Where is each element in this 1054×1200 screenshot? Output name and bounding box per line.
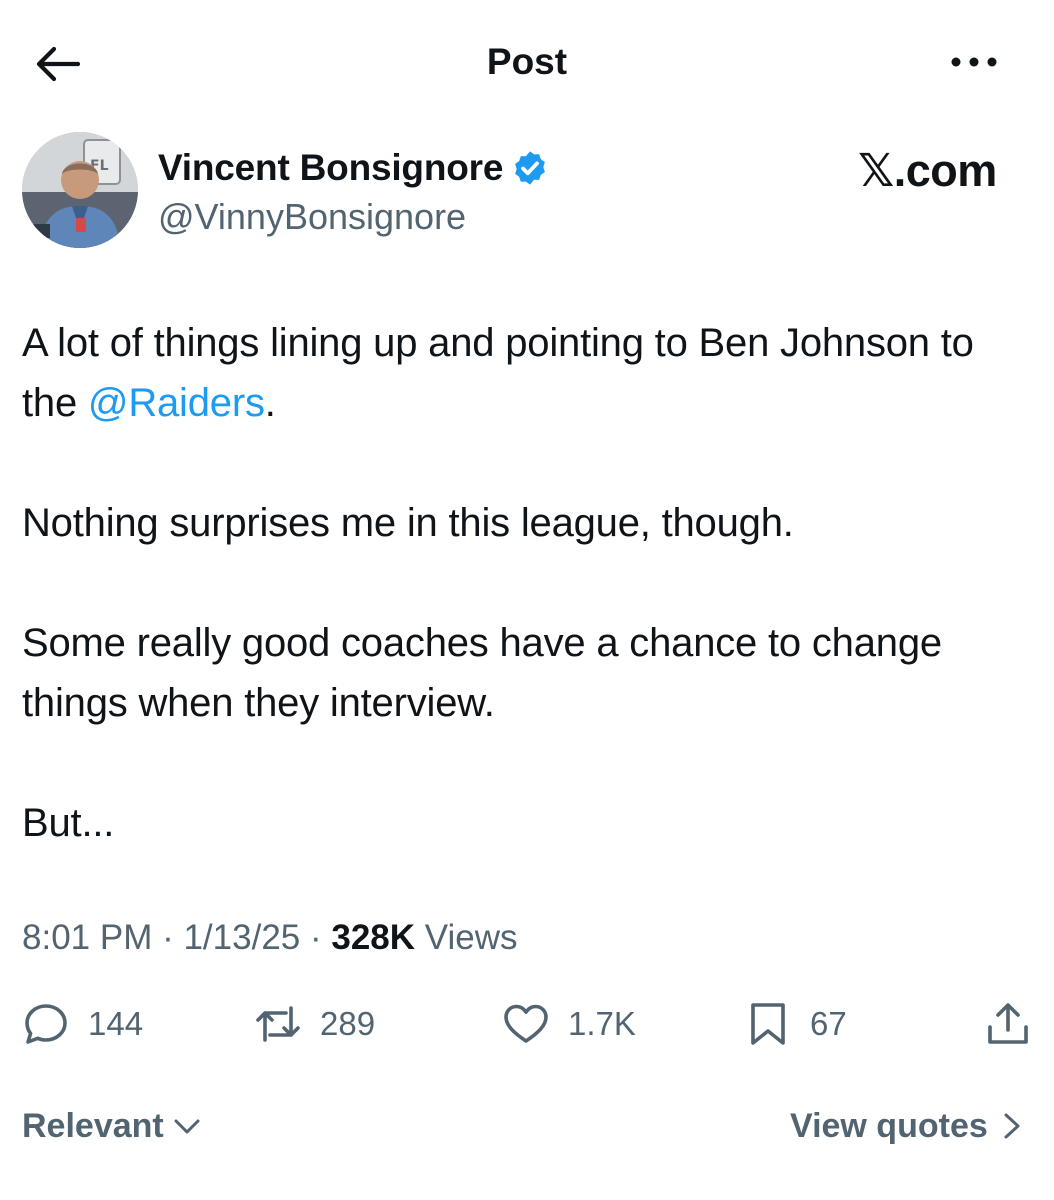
author-handle[interactable]: @VinnyBonsignore: [158, 194, 466, 240]
author-name[interactable]: Vincent Bonsignore: [158, 144, 503, 192]
repost-button[interactable]: 289: [254, 998, 375, 1050]
chevron-down-icon: [174, 1119, 200, 1134]
avatar-photo-icon: FL: [22, 132, 138, 248]
meta-separator: ·: [300, 918, 332, 957]
share-icon: [988, 1003, 1028, 1044]
reply-count: 144: [88, 1005, 144, 1042]
views-label: Views: [415, 918, 518, 957]
page-title: Post: [486, 41, 568, 82]
bookmark-icon: [751, 1003, 785, 1045]
author-name-row[interactable]: Vincent Bonsignore: [158, 143, 549, 193]
post-paragraph: Nothing surprises me in this league, tho…: [22, 501, 794, 545]
repost-icon: [256, 1006, 300, 1042]
mention-link[interactable]: @Raiders: [88, 381, 265, 425]
post-metadata: 8:01 PM · 1/13/25 · 328K Views: [22, 915, 518, 961]
views-count: 328K: [331, 918, 416, 957]
like-button[interactable]: 1.7K: [502, 998, 636, 1050]
chevron-right-icon: [1004, 1113, 1020, 1139]
view-quotes-link[interactable]: View quotes: [790, 1104, 1026, 1148]
view-quotes-label: View quotes: [790, 1107, 988, 1145]
reply-sort-dropdown[interactable]: Relevant: [22, 1104, 202, 1148]
post-date: 1/13/25: [183, 918, 301, 957]
post-text: .: [264, 381, 276, 425]
avatar[interactable]: FL: [22, 132, 138, 248]
more-options-button[interactable]: [948, 50, 1000, 74]
xcom-watermark: 𝕏.com: [858, 145, 997, 196]
post-time: 8:01 PM: [22, 918, 153, 957]
reply-icon: [25, 1004, 67, 1044]
sort-label: Relevant: [22, 1107, 164, 1145]
post-paragraph: Some really good coaches have a chance t…: [22, 621, 942, 725]
more-dots-icon: [951, 57, 997, 67]
heart-icon: [504, 1004, 548, 1043]
post-paragraph: But...: [22, 801, 115, 845]
bookmark-count: 67: [810, 1005, 847, 1042]
reply-button[interactable]: 144: [22, 998, 143, 1050]
post-paragraph: A lot of things lining up and pointing t…: [22, 313, 1022, 433]
bookmark-button[interactable]: 67: [744, 998, 847, 1050]
like-count: 1.7K: [568, 1005, 636, 1042]
verified-badge-icon: [515, 151, 546, 185]
share-button[interactable]: [984, 998, 1032, 1050]
meta-separator: ·: [152, 918, 184, 957]
repost-count: 289: [320, 1005, 376, 1042]
